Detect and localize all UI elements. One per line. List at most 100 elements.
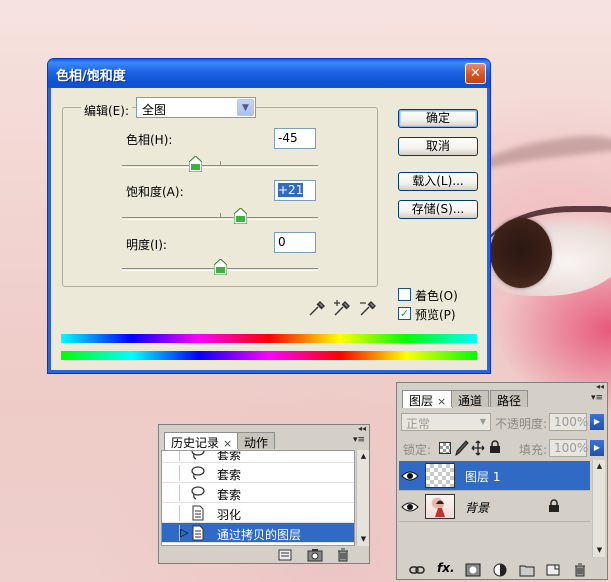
edit-select-value: 全图	[142, 103, 167, 117]
scroll-down-icon[interactable]: ▼	[594, 545, 605, 556]
hue-label: 色相(H):	[126, 133, 173, 147]
adjustment-layer-icon[interactable]	[492, 563, 508, 577]
ok-button[interactable]: 确定	[398, 109, 478, 128]
lightness-input[interactable]: 0	[274, 232, 316, 253]
fill-input[interactable]: 100%	[549, 439, 589, 457]
blend-mode-value: 正常	[406, 417, 431, 431]
scroll-up-icon[interactable]: ▲	[594, 461, 605, 472]
edit-select[interactable]: 全图 ▼	[136, 97, 256, 118]
new-document-from-state-icon[interactable]	[277, 548, 293, 562]
scroll-up-icon[interactable]: ▲	[358, 451, 369, 462]
dialog-title: 色相/饱和度	[56, 69, 126, 84]
lightness-slider-thumb[interactable]	[213, 259, 227, 275]
layer-row-background[interactable]: 背景	[399, 492, 590, 522]
snapshot-source-cell[interactable]	[164, 525, 180, 541]
saturation-slider-thumb[interactable]	[234, 208, 248, 224]
saturation-slider-center-tick	[220, 213, 221, 217]
history-item-label: 羽化	[217, 508, 242, 522]
tab-history[interactable]: 历史记录 ×	[164, 432, 240, 450]
panel-top-strip[interactable]: ◂◂	[397, 383, 607, 391]
layer-name: 背景	[465, 501, 490, 515]
eyedropper-icon[interactable]	[307, 299, 327, 317]
preview-checkbox[interactable]: ✓	[398, 307, 411, 320]
fill-value: 100%	[554, 441, 589, 455]
new-group-icon[interactable]	[519, 563, 535, 577]
lock-pixels-icon[interactable]	[455, 440, 469, 457]
layer-row-layer1[interactable]: 图层 1	[399, 461, 590, 491]
history-list: 套索 套索 套索 羽化 ▷ 通过拷贝的图层	[161, 450, 355, 546]
colorize-label: 着色(O)	[415, 289, 458, 303]
scroll-down-icon[interactable]: ▼	[358, 534, 369, 545]
saturation-input[interactable]: +21	[274, 180, 316, 201]
lock-transparency-icon[interactable]	[439, 442, 451, 454]
list-item[interactable]: ▷ 通过拷贝的图层	[162, 523, 354, 543]
new-layer-icon[interactable]	[545, 563, 561, 577]
tab-actions[interactable]: 动作	[237, 432, 276, 450]
load-button[interactable]: 载入(L)...	[398, 172, 478, 191]
lightness-value: 0	[278, 235, 286, 249]
blend-mode-select[interactable]: 正常 ▼	[401, 413, 491, 431]
lasso-icon	[190, 485, 206, 501]
list-item[interactable]: 套索	[162, 463, 354, 483]
cancel-button[interactable]: 取消	[398, 137, 478, 156]
panel-top-strip[interactable]: ◂◂	[159, 425, 369, 433]
tab-layers-label: 图层	[409, 394, 434, 408]
tab-layers[interactable]: 图层 ×	[402, 390, 454, 408]
photo-iris	[490, 218, 552, 288]
tab-paths[interactable]: 路径	[490, 390, 529, 408]
dialog-titlebar[interactable]: 色相/饱和度 ✕	[48, 59, 490, 88]
history-scrollbar[interactable]: ▲ ▼	[356, 450, 369, 546]
fill-label: 填充:	[519, 443, 548, 457]
trash-icon[interactable]	[335, 548, 351, 562]
opacity-arrow-icon[interactable]: ▶	[590, 414, 604, 430]
colorize-checkbox[interactable]	[398, 288, 411, 301]
eyedropper-plus-icon[interactable]	[332, 299, 352, 317]
eye-icon[interactable]	[401, 498, 419, 516]
close-icon[interactable]: ×	[437, 395, 446, 408]
saturation-slider-track[interactable]	[122, 208, 318, 224]
lightness-slider-track[interactable]	[122, 259, 318, 275]
tab-channels-label: 通道	[458, 394, 483, 408]
list-item[interactable]: 套索	[162, 483, 354, 503]
lock-position-icon[interactable]	[471, 440, 485, 456]
link-layers-icon[interactable]	[409, 563, 425, 577]
list-item[interactable]: 套索	[162, 451, 354, 463]
eyedropper-minus-icon[interactable]	[358, 299, 378, 317]
fx-icon[interactable]: fx.	[437, 561, 455, 575]
collapse-icon[interactable]: ◂◂	[596, 383, 604, 391]
camera-icon[interactable]	[307, 548, 323, 562]
snapshot-source-cell[interactable]	[164, 485, 180, 501]
panel-menu-icon[interactable]: ▾≡	[353, 434, 367, 446]
close-icon[interactable]: ×	[223, 437, 232, 450]
eye-icon[interactable]	[401, 467, 419, 485]
snapshot-source-cell[interactable]	[164, 505, 180, 521]
saturation-label: 饱和度(A):	[126, 185, 184, 199]
lock-icon	[548, 499, 560, 513]
history-panel: ◂◂ 历史记录 × 动作 ▾≡ 套索 套索 套索 羽化 ▷ 通过拷贝的图层 ▲ …	[158, 424, 370, 564]
history-item-label: 套索	[217, 488, 242, 502]
document-icon	[190, 525, 206, 541]
panel-menu-icon[interactable]: ▾≡	[591, 392, 605, 404]
saturation-value: +21	[278, 183, 304, 197]
lock-all-icon[interactable]	[489, 440, 501, 454]
layers-scrollbar[interactable]: ▲ ▼	[592, 460, 605, 557]
hue-slider-track[interactable]	[122, 156, 318, 172]
tab-channels[interactable]: 通道	[451, 390, 490, 408]
snapshot-source-cell[interactable]	[164, 451, 180, 461]
opacity-input[interactable]: 100%	[549, 413, 588, 431]
collapse-icon[interactable]: ◂◂	[358, 425, 366, 433]
add-mask-icon[interactable]	[465, 563, 481, 577]
close-button[interactable]: ✕	[465, 63, 486, 84]
trash-icon[interactable]	[572, 563, 588, 577]
chevron-down-icon[interactable]: ▼	[237, 99, 254, 116]
hue-slider-thumb[interactable]	[189, 156, 202, 172]
snapshot-source-cell[interactable]	[164, 465, 180, 481]
save-settings-button[interactable]: 存储(S)...	[398, 200, 478, 219]
tab-history-label: 历史记录	[171, 436, 220, 450]
fill-arrow-icon[interactable]: ▶	[590, 440, 604, 456]
layer-thumbnail	[425, 494, 455, 519]
hue-input[interactable]: -45	[274, 128, 316, 149]
lasso-icon	[190, 465, 206, 481]
list-item[interactable]: 羽化	[162, 503, 354, 523]
chevron-down-icon[interactable]: ▼	[477, 415, 489, 429]
